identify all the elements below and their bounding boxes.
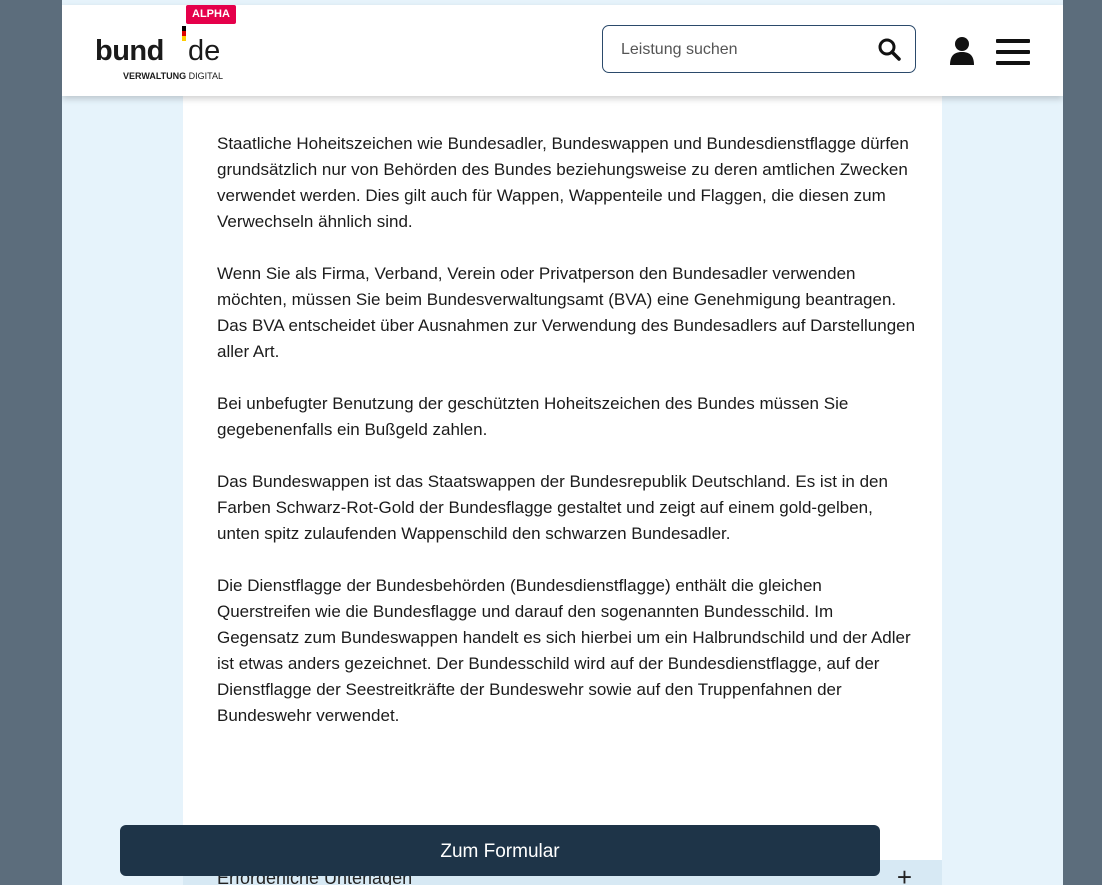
paragraph: Die Dienstflagge der Bundesbehörden (Bun… [217,576,911,725]
search-box[interactable] [602,25,916,73]
content-card: Staatliche Hoheitszeichen wie Bundesadle… [183,96,942,885]
logo-text-bund: bund [95,35,164,67]
paragraph: Wenn Sie als Firma, Verband, Verein oder… [217,264,916,361]
logo-subtitle: VERWALTUNG DIGITAL [123,71,224,81]
page: bund de VERWALTUNG DIGITAL ALPHA Leistun… [62,0,1063,885]
user-icon[interactable] [949,36,975,66]
zum-formular-button[interactable]: Zum Formular [120,825,880,876]
paragraph: Bei unbefugter Benutzung der geschützten… [217,394,849,439]
plus-icon[interactable]: + [897,862,912,885]
alpha-badge: ALPHA [186,5,236,24]
german-flag-icon [182,26,186,41]
paragraph: Staatliche Hoheitszeichen wie Bundesadle… [217,134,909,231]
search-input[interactable] [619,36,863,64]
bund-de-logo[interactable]: bund de VERWALTUNG DIGITAL [95,25,265,85]
article-content: Staatliche Hoheitszeichen wie Bundesadle… [217,131,917,755]
site-header: bund de VERWALTUNG DIGITAL ALPHA [62,5,1063,96]
paragraph: Das Bundeswappen ist das Staatswappen de… [217,472,888,543]
hamburger-menu-icon[interactable] [996,39,1030,65]
search-icon[interactable] [877,37,901,61]
logo-text-de: de [188,35,221,67]
